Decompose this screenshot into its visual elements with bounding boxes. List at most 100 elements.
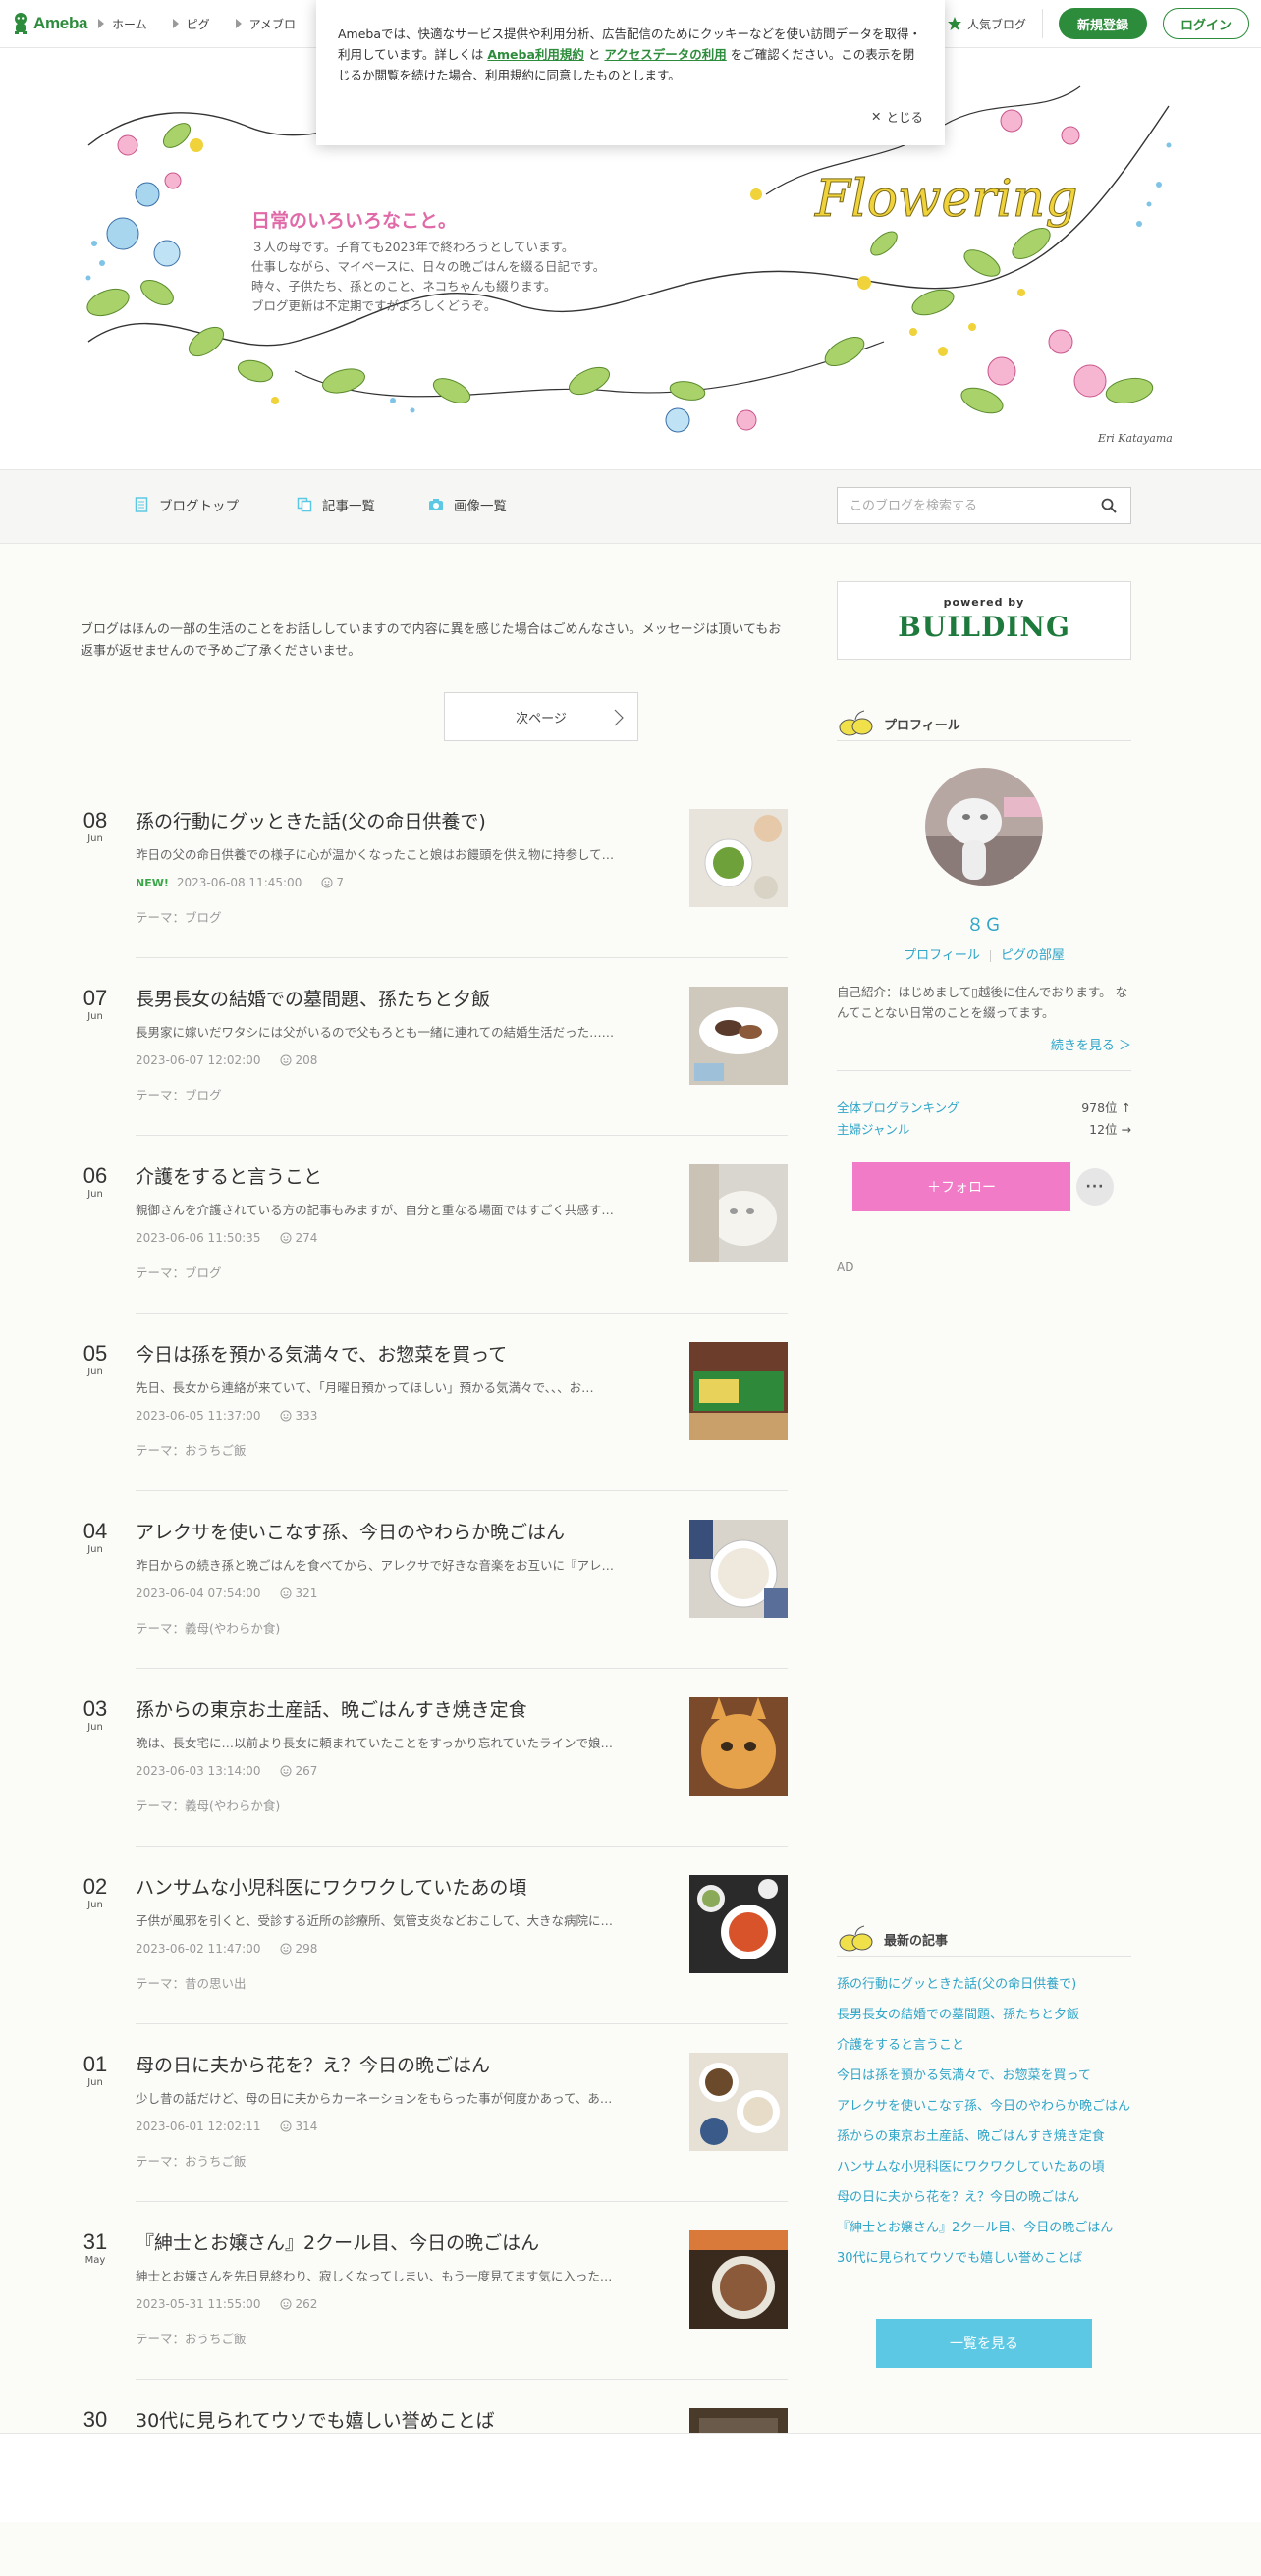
recent-entry-link[interactable]: 30代に見られてウソでも嬉しい誉めことば [837,2249,1131,2269]
entry-photo [689,987,788,1085]
entry-thumbnail[interactable] [689,987,788,1085]
entry-thumbnail[interactable] [689,1875,788,1973]
read-more-link[interactable]: 続きを見る ＞ [1051,1035,1131,1053]
terms-link[interactable]: Ameba利用規約 [487,47,584,62]
comment-count-link[interactable]: 321 [280,1586,317,1600]
comment-count-link[interactable]: 298 [280,1942,317,1956]
nav-pigg[interactable]: ピグ [172,16,210,32]
recent-entry-link[interactable]: アレクサを使いこなす孫、今日のやわらか晩ごはん [837,2097,1131,2117]
comment-count-link[interactable]: 267 [280,1764,317,1778]
popular-blog-link[interactable]: 人気ブログ [947,16,1026,32]
recent-entry-link[interactable]: 今日は孫を預かる気満々で、お惣菜を買って [837,2066,1131,2086]
more-options-button[interactable]: ··· [1076,1168,1114,1206]
nav-ameblo[interactable]: アメブロ [235,16,296,32]
blog-search [837,487,1131,524]
entry-theme-link[interactable]: テーマ：おうちご飯 [136,2151,247,2170]
global-nav: ホーム ピグ アメブロ [98,0,296,47]
entry-divider [136,2201,788,2202]
entry-theme-link[interactable]: テーマ：ブログ [136,1262,222,1281]
entry-divider [136,1313,788,1314]
login-button[interactable]: ログイン [1162,8,1249,39]
recent-entry-link[interactable]: 孫の行動にグッときた話(父の命日供養で) [837,1975,1131,1995]
comment-count-link[interactable]: 208 [280,1053,317,1067]
entry-divider [136,2379,788,2380]
entry-thumbnail[interactable] [689,1520,788,1618]
next-page-button[interactable]: 次ページ [444,692,638,741]
smiley-comment-icon [280,1587,292,1599]
ranking-total-link[interactable]: 全体ブログランキング [837,1098,959,1116]
recent-entry-link[interactable]: 長男長女の結婚での墓間題、孫たちと夕飯 [837,2006,1131,2025]
pigg-room-link[interactable]: ピグの部屋 [1001,948,1065,963]
entry-thumbnail[interactable] [689,1342,788,1440]
comment-count-link[interactable]: 333 [280,1409,317,1422]
entry-thumbnail[interactable] [689,1697,788,1796]
recent-entry-link[interactable]: 孫からの東京お土産話、晩ごはんすき焼き定食 [837,2127,1131,2147]
avatar[interactable] [925,768,1043,886]
recent-entries-list: 孫の行動にグッときた話(父の命日供養で) 長男長女の結婚での墓間題、孫たちと夕飯介… [837,1975,1131,2280]
entry-theme-link[interactable]: テーマ：おうちご飯 [136,2329,247,2347]
triangle-right-icon [98,19,104,28]
blog-title: 日常のいろいろなこと。 [251,210,458,232]
profile-link[interactable]: プロフィール [904,948,980,963]
entry-title[interactable]: 今日は孫を預かる気満々で、お惣菜を買って [136,1340,666,1367]
entry-theme-link[interactable]: テーマ：義母(やわらか食) [136,1796,280,1814]
entry-theme-link[interactable]: テーマ：ブログ [136,1085,222,1103]
entry-theme-link[interactable]: テーマ：おうちご飯 [136,1440,247,1459]
entry-thumbnail[interactable] [689,2230,788,2329]
entry-title[interactable]: 孫の行動にグッときた話(父の命日供養で) [136,807,666,833]
search-icon[interactable] [1101,498,1117,513]
entry-theme-link[interactable]: テーマ：ブログ [136,907,222,926]
entry-thumbnail[interactable] [689,1164,788,1262]
entry-item: 31 May 『紳士とお嬢さん』2クール目、今日の晩ごはん 紳士とお嬢さんを先日見終わ… [81,2221,788,2398]
ranking-genre-link[interactable]: 主婦ジャンル [837,1119,909,1138]
blog-search-input[interactable] [838,488,1107,523]
entry-theme-link[interactable]: テーマ：義母(やわらか食) [136,1618,280,1637]
building-ad-banner[interactable]: powered by BUILDING [837,581,1131,660]
entry-date: 30 [81,2408,110,2432]
access-data-link[interactable]: アクセスデータの利用 [604,47,726,62]
entry-excerpt: 長男家に嫁いだワタシには父がいるので父もろとも一緒に連れての結婚生活だった…… [136,1025,615,1040]
recent-entry-link[interactable]: ハンサムな小児科医にワクワクしていたあの頃 [837,2158,1131,2177]
entry-title[interactable]: 30代に見られてウソでも嬉しい誉めことば [136,2406,666,2433]
entry-date: 08 Jun [81,809,110,846]
entry-title[interactable]: 母の日に夫から花を？え？今日の晩ごはん [136,2051,666,2077]
entry-day: 04 [82,1519,108,1543]
entry-title[interactable]: 介護をすると言うこと [136,1162,666,1189]
entry-thumbnail[interactable] [689,2053,788,2151]
recent-entry-link[interactable]: 介護をすると言うこと [837,2036,1131,2056]
entry-title[interactable]: ハンサムな小児科医にワクワクしていたあの頃 [136,1873,666,1900]
entry-list-link[interactable]: 記事一覧 [297,495,375,514]
entry-thumbnail[interactable] [689,809,788,907]
image-list-link[interactable]: 画像一覧 [428,495,507,514]
profile-name[interactable]: ８Ｇ [837,911,1131,937]
recent-entry-link[interactable]: 母の日に夫から花を？え？今日の晩ごはん [837,2188,1131,2208]
recent-entry-link[interactable]: 『紳士とお嬢さん』2クール目、今日の晩ごはん [837,2219,1131,2238]
entry-meta: 2023-06-04 07:54:00 321 [136,1586,317,1600]
entry-title[interactable]: 孫からの東京お土産話、晩ごはんすき焼き定食 [136,1695,666,1722]
comment-count-link[interactable]: 314 [280,2120,317,2133]
ad-label: AD [837,1261,854,1274]
entry-day: 30 [82,2407,108,2432]
entry-datetime: 2023-05-31 11:55:00 [136,2297,261,2311]
comment-count-link[interactable]: 262 [280,2297,317,2311]
entry-theme-link[interactable]: テーマ：昔の思い出 [136,1973,247,1992]
comment-count-link[interactable]: 274 [280,1231,317,1245]
entry-title[interactable]: アレクサを使いこなす孫、今日のやわらか晩ごはん [136,1518,666,1544]
profile-links: プロフィール ピグの部屋 [837,944,1131,963]
comment-count-link[interactable]: 7 [321,876,344,889]
blog-top-link[interactable]: ブログトップ [134,495,239,514]
entry-datetime: 2023-06-01 12:02:11 [136,2120,261,2133]
register-button[interactable]: 新規登録 [1058,8,1147,39]
entry-title[interactable]: 『紳士とお嬢さん』2クール目、今日の晩ごはん [136,2228,666,2255]
view-all-button[interactable]: 一覧を見る [876,2319,1092,2368]
entry-title[interactable]: 長男長女の結婚での墓間題、孫たちと夕飯 [136,985,666,1011]
nav-home[interactable]: ホーム [98,16,147,32]
cookie-close-button[interactable]: ✕ とじる [871,107,923,126]
entry-month: Jun [87,1900,103,1910]
entry-list: 08 Jun 孫の行動にグッときた話(父の命日供養で) 昨日の父の命日供養での様子に心… [81,799,788,2576]
follow-button[interactable]: ＋フォロー [852,1162,1070,1211]
blog-notice: ブログはほんの一部の生活のことをお話ししていますので内容に異を感じた場合はごめん… [81,622,782,659]
entry-excerpt: 紳士とお嬢さんを先日見終わり、寂しくなってしまい、もう一度見てます気に入った… [136,2269,613,2283]
camera-icon [429,499,443,510]
ameba-logo[interactable]: Ameba [12,10,87,37]
